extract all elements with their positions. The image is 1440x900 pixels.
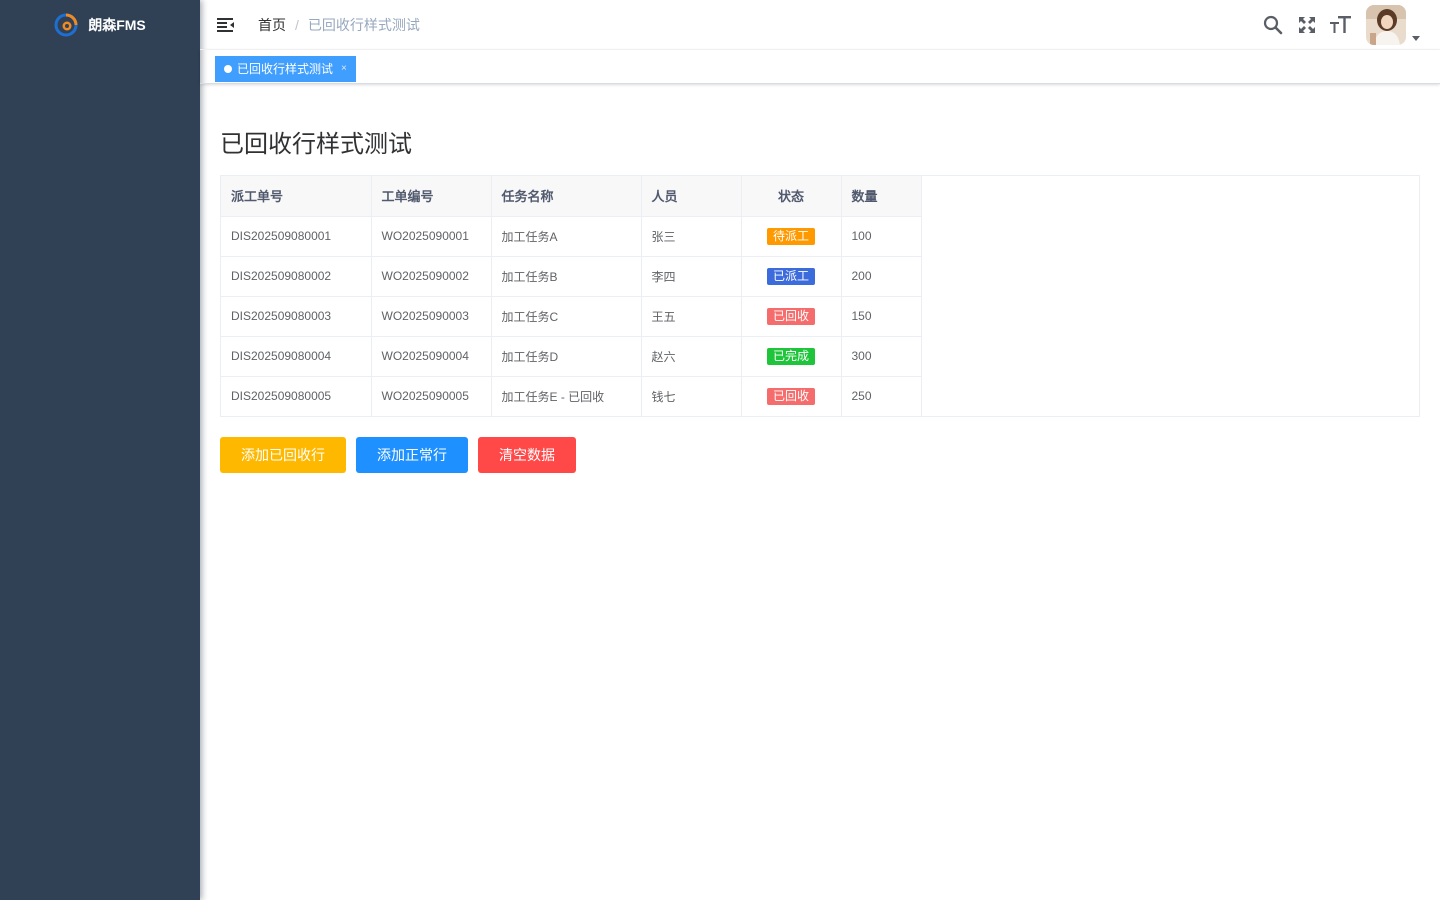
caret-down-icon[interactable] — [1412, 36, 1420, 41]
table-row[interactable]: DIS202509080001 WO2025090001 加工任务A 张三 待派… — [221, 216, 922, 257]
cell-task-name: 加工任务C — [491, 296, 642, 337]
cell-person: 钱七 — [641, 376, 742, 416]
cell-status: 已完成 — [741, 336, 842, 377]
cell-quantity: 100 — [841, 216, 922, 257]
cell-person: 王五 — [641, 296, 742, 337]
right-menu — [1256, 0, 1440, 50]
cell-dispatch-no: DIS202509080004 — [221, 336, 372, 377]
search-icon[interactable] — [1256, 0, 1290, 50]
cell-task-name: 加工任务B — [491, 256, 642, 297]
breadcrumb-home[interactable]: 首页 — [258, 15, 286, 35]
column-header-dispatch-no: 派工单号 — [221, 176, 372, 217]
action-buttons: 添加已回收行 添加正常行 清空数据 — [220, 437, 1420, 473]
cell-dispatch-no: DIS202509080001 — [221, 216, 372, 257]
main-container: 首页 / 已回收行样式测试 已回收行样式测试 × 已回收行样式测试 派工单号 工… — [200, 0, 1440, 900]
cell-work-order-no: WO2025090001 — [371, 216, 492, 257]
status-badge: 待派工 — [766, 227, 815, 245]
status-badge: 已回收 — [766, 387, 815, 405]
add-recycled-row-button[interactable]: 添加已回收行 — [220, 437, 346, 473]
cell-task-name: 加工任务A — [491, 216, 642, 257]
cell-person: 张三 — [641, 216, 742, 257]
app-logo-icon — [54, 13, 78, 37]
sidebar-logo[interactable]: 朗森FMS — [0, 0, 200, 50]
data-table: 派工单号 工单编号 任务名称 人员 状态 数量 DIS202509080001 … — [220, 175, 1420, 417]
column-header-work-order-no: 工单编号 — [371, 176, 492, 217]
page-content: 已回收行样式测试 派工单号 工单编号 任务名称 人员 状态 数量 DIS2025… — [200, 84, 1440, 493]
cell-status: 待派工 — [741, 216, 842, 257]
table-body: DIS202509080001 WO2025090001 加工任务A 张三 待派… — [221, 216, 922, 416]
cell-task-name: 加工任务E - 已回收 — [491, 376, 642, 416]
avatar-dropdown[interactable] — [1366, 0, 1420, 50]
cell-person: 李四 — [641, 256, 742, 297]
avatar[interactable] — [1366, 5, 1406, 45]
cell-dispatch-no: DIS202509080005 — [221, 376, 372, 416]
cell-quantity: 150 — [841, 296, 922, 337]
breadcrumb: 首页 / 已回收行样式测试 — [258, 15, 420, 35]
column-header-task-name: 任务名称 — [491, 176, 642, 217]
breadcrumb-current: 已回收行样式测试 — [307, 16, 420, 33]
tag-label: 已回收行样式测试 — [237, 62, 334, 76]
navbar: 首页 / 已回收行样式测试 — [200, 0, 1440, 50]
cell-work-order-no: WO2025090004 — [371, 336, 492, 377]
fullscreen-icon[interactable] — [1290, 0, 1324, 50]
page-title: 已回收行样式测试 — [220, 131, 412, 158]
cell-person: 赵六 — [641, 336, 742, 377]
cell-quantity: 200 — [841, 256, 922, 297]
cell-work-order-no: WO2025090002 — [371, 256, 492, 297]
table-header-row: 派工单号 工单编号 任务名称 人员 状态 数量 — [221, 176, 922, 217]
column-header-status: 状态 — [741, 176, 842, 217]
column-header-quantity: 数量 — [841, 176, 922, 217]
sidebar: 朗森FMS — [0, 0, 200, 900]
clear-data-button[interactable]: 清空数据 — [478, 437, 576, 473]
font-size-icon[interactable] — [1324, 0, 1358, 50]
tag-dot-icon — [224, 64, 232, 73]
cell-dispatch-no: DIS202509080003 — [221, 296, 372, 337]
hamburger-icon[interactable] — [216, 15, 236, 35]
cell-work-order-no: WO2025090005 — [371, 376, 492, 416]
table-row[interactable]: DIS202509080003 WO2025090003 加工任务C 王五 已回… — [221, 296, 922, 337]
column-header-person: 人员 — [641, 176, 742, 217]
add-normal-row-button[interactable]: 添加正常行 — [356, 437, 468, 473]
status-badge: 已回收 — [766, 307, 815, 325]
close-icon[interactable]: × — [341, 63, 347, 74]
status-badge: 已派工 — [766, 267, 815, 285]
table-row[interactable]: DIS202509080004 WO2025090004 加工任务D 赵六 已完… — [221, 336, 922, 377]
tag-active[interactable]: 已回收行样式测试 × — [215, 55, 356, 82]
status-badge: 已完成 — [766, 347, 815, 365]
cell-dispatch-no: DIS202509080002 — [221, 256, 372, 297]
cell-quantity: 250 — [841, 376, 922, 416]
tags-view: 已回收行样式测试 × — [200, 50, 1440, 84]
app-title: 朗森FMS — [88, 17, 146, 33]
breadcrumb-separator: / — [295, 16, 299, 33]
cell-status: 已回收 — [741, 296, 842, 337]
table-row[interactable]: DIS202509080005 WO2025090005 加工任务E - 已回收… — [221, 376, 922, 416]
cell-work-order-no: WO2025090003 — [371, 296, 492, 337]
cell-task-name: 加工任务D — [491, 336, 642, 377]
table-row[interactable]: DIS202509080002 WO2025090002 加工任务B 李四 已派… — [221, 256, 922, 297]
cell-status: 已回收 — [741, 376, 842, 416]
cell-status: 已派工 — [741, 256, 842, 297]
cell-quantity: 300 — [841, 336, 922, 377]
